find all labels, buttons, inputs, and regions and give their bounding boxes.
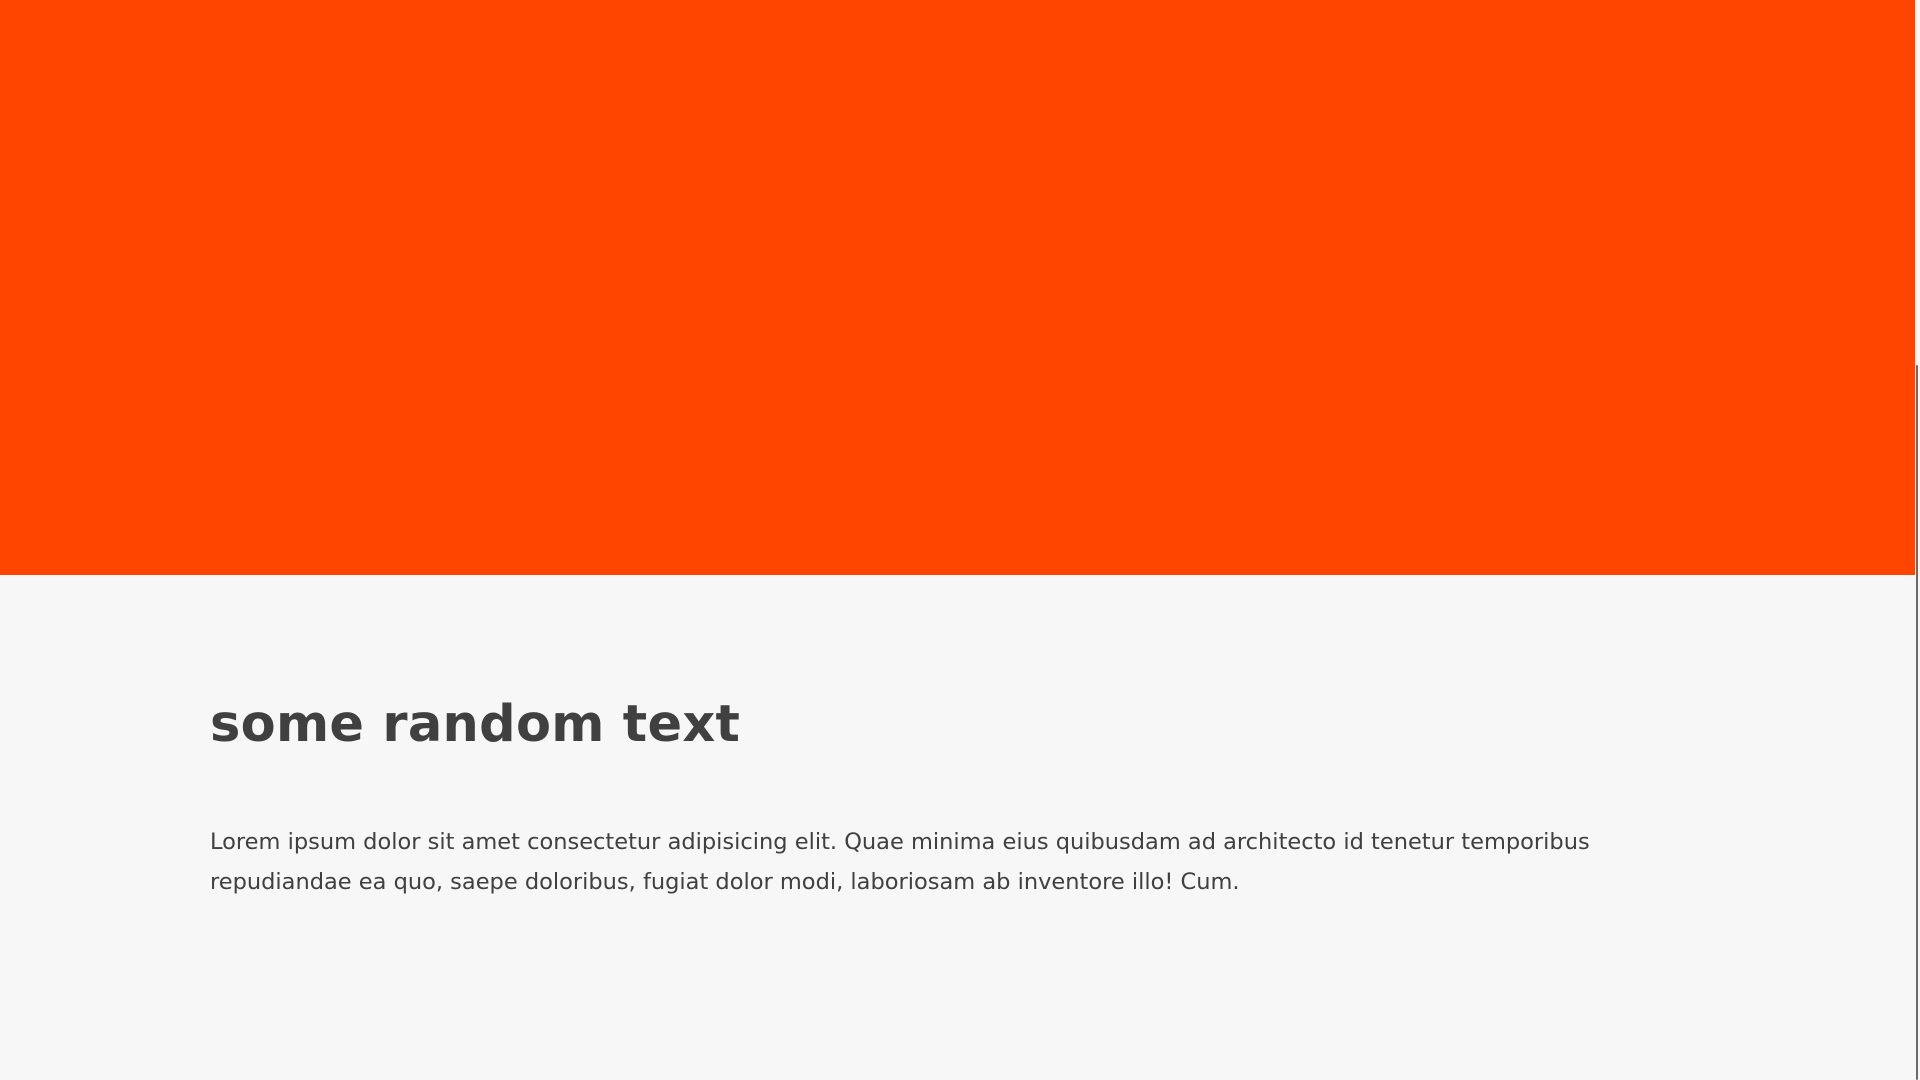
content-section: some random text Lorem ipsum dolor sit a… xyxy=(0,575,1915,1080)
page-heading: some random text xyxy=(210,695,741,754)
page: some random text Lorem ipsum dolor sit a… xyxy=(0,0,1920,1080)
scrollbar-thumb[interactable] xyxy=(1916,365,1918,1080)
body-paragraph: Lorem ipsum dolor sit amet consectetur a… xyxy=(210,829,1590,895)
vertical-scrollbar[interactable] xyxy=(1915,0,1920,1080)
hero-banner xyxy=(0,0,1915,575)
